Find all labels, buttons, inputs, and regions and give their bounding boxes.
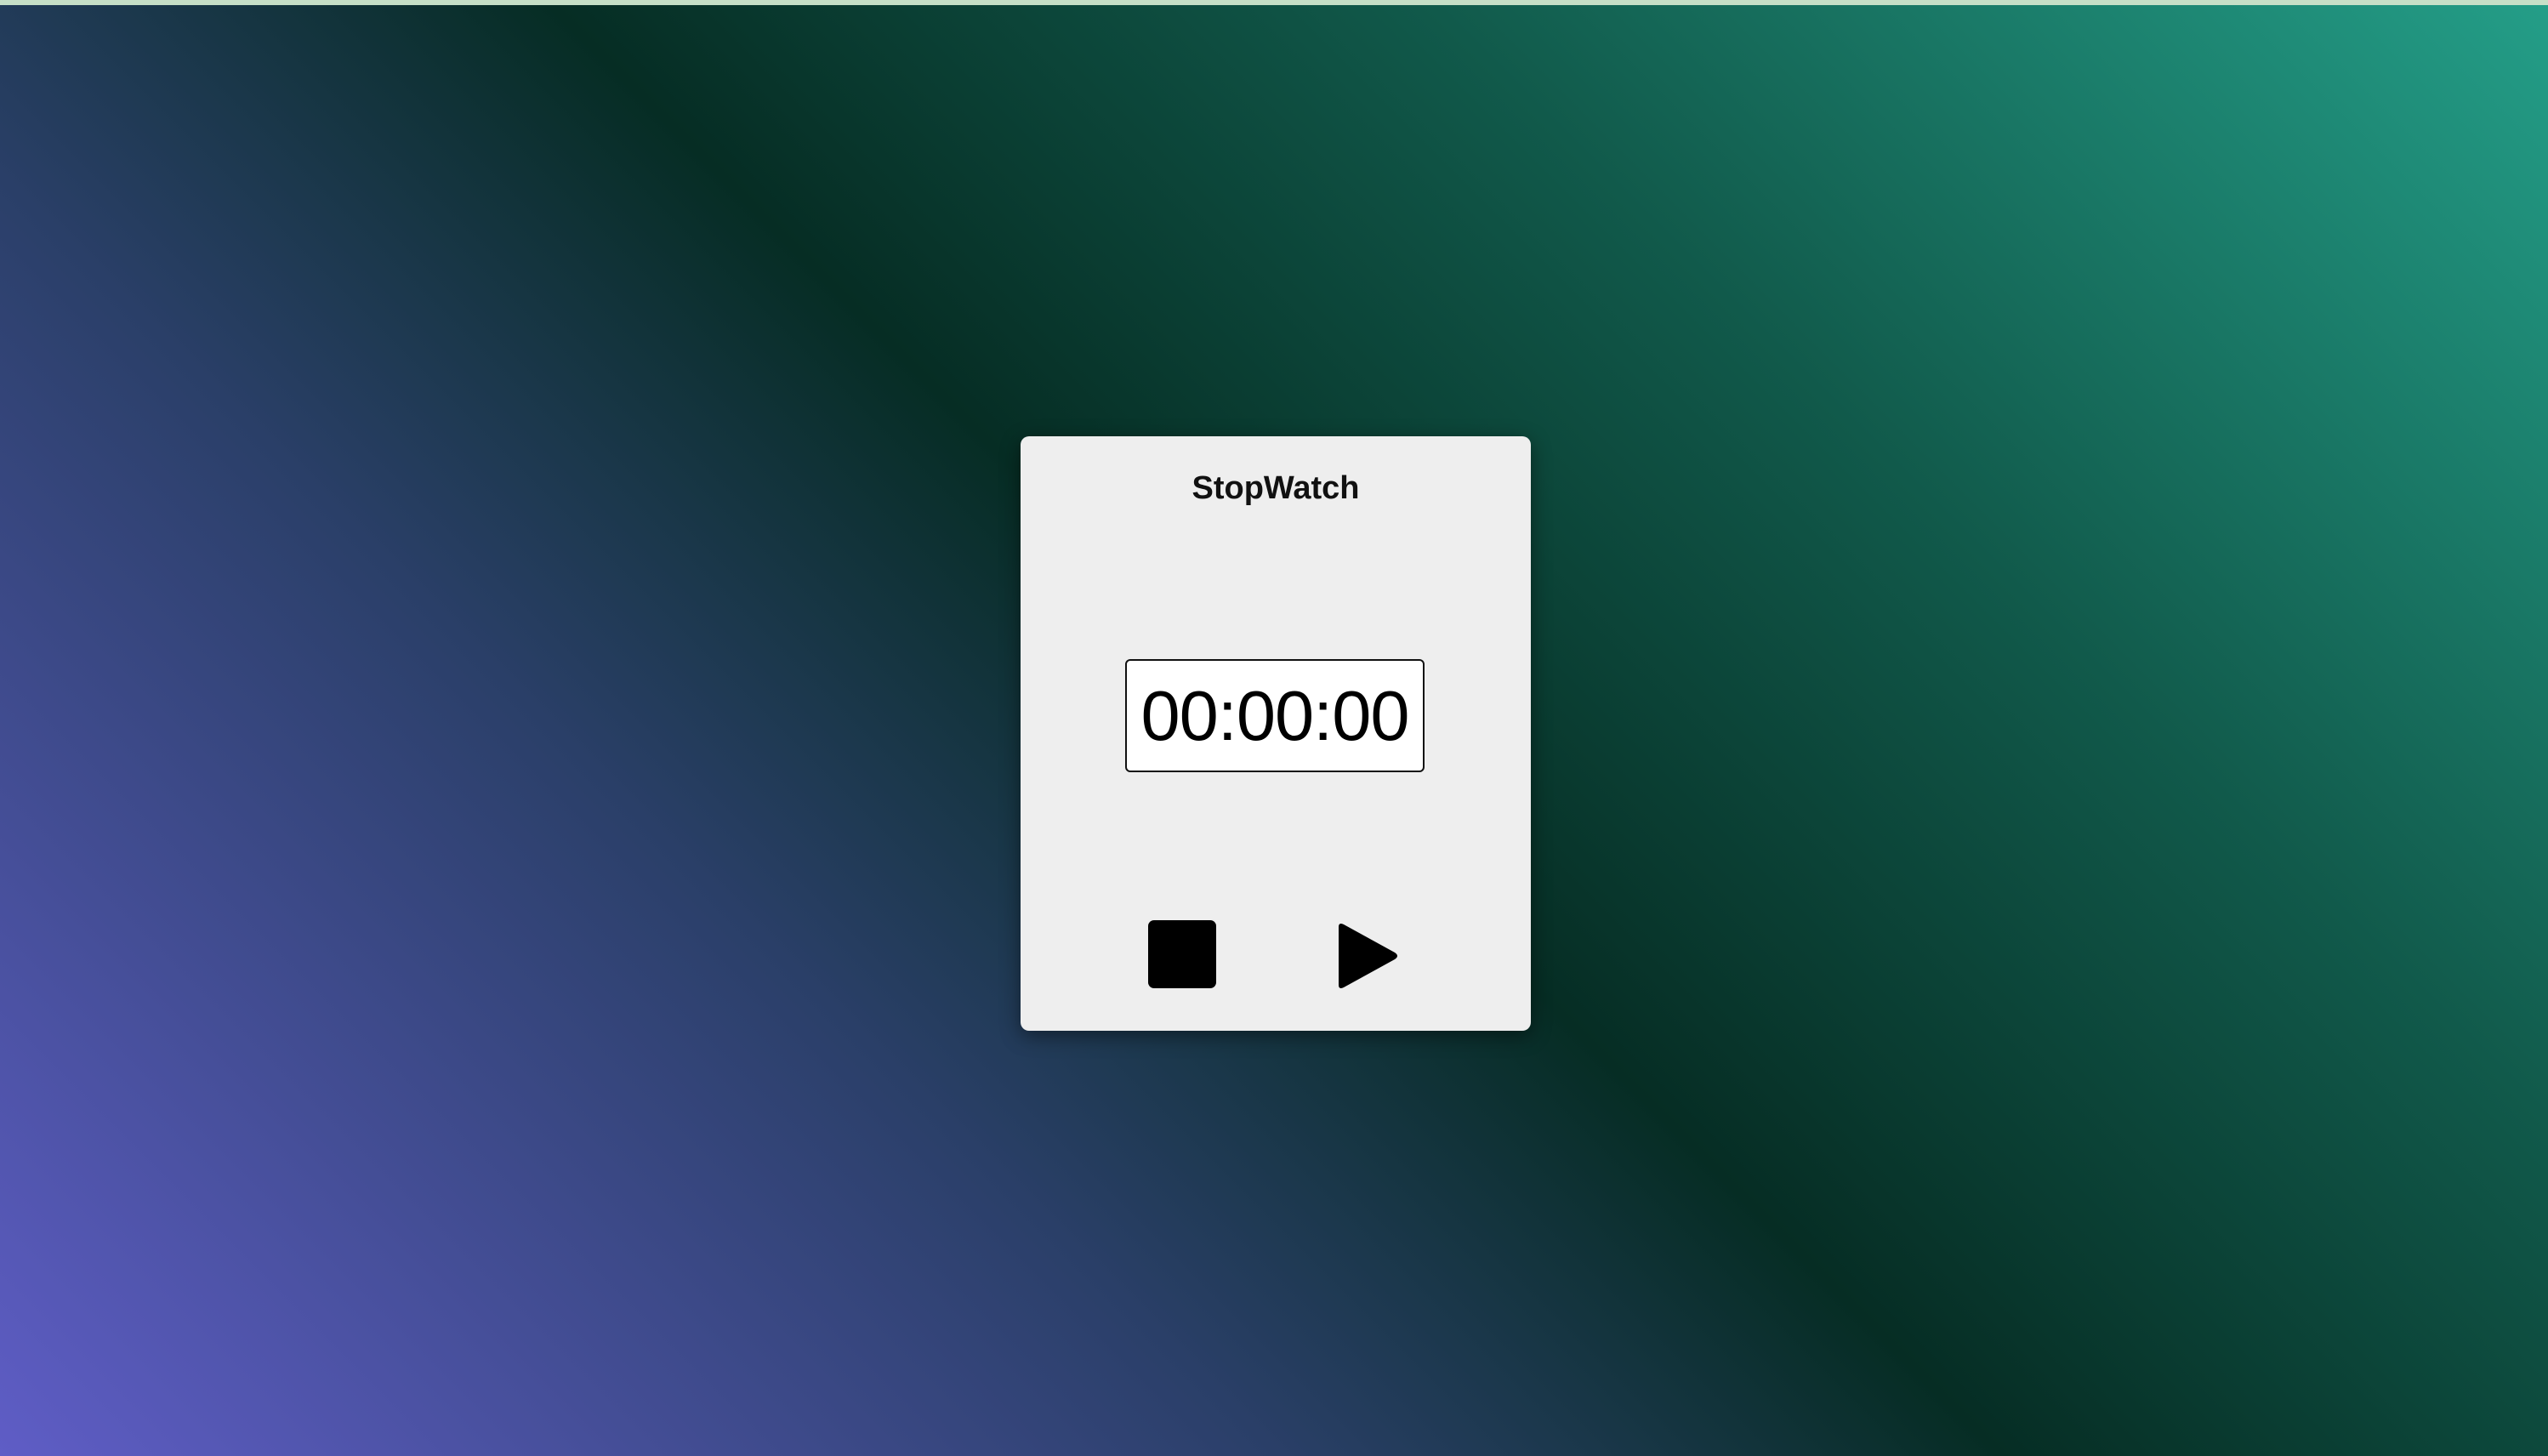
play-button[interactable] bbox=[1335, 920, 1412, 997]
app-title: StopWatch bbox=[1192, 470, 1360, 506]
top-strip bbox=[0, 0, 2548, 5]
time-display: 00:00:00 bbox=[1125, 659, 1425, 772]
stop-icon bbox=[1148, 920, 1216, 988]
play-icon bbox=[1339, 924, 1397, 988]
stop-button[interactable] bbox=[1148, 920, 1225, 997]
stopwatch-card: StopWatch 00:00:00 bbox=[1021, 436, 1531, 1031]
